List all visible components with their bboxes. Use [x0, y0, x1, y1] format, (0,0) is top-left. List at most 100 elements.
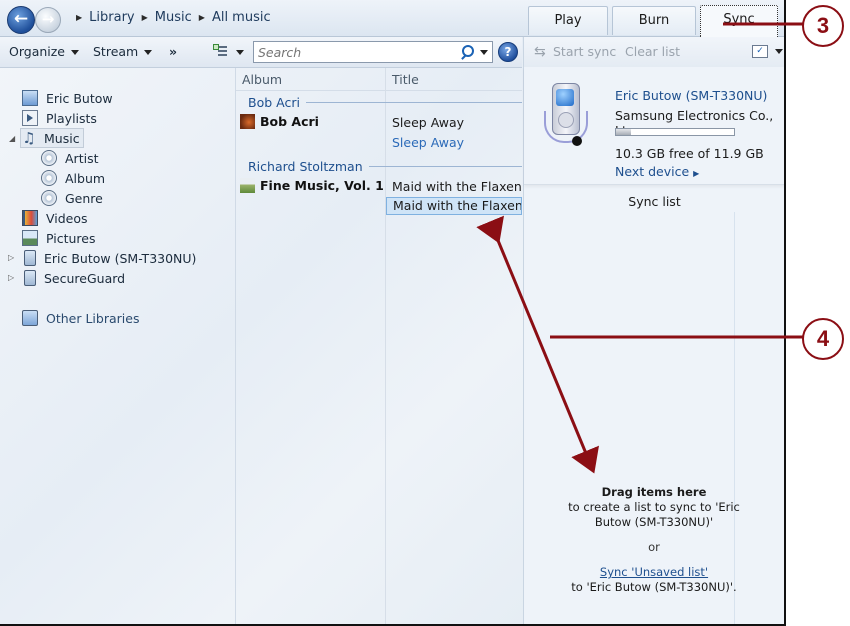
forward-button[interactable]: → — [35, 7, 61, 33]
breadcrumb-music[interactable]: Music — [155, 10, 192, 25]
storage-free-text: 10.3 GB free of 11.9 GB — [615, 146, 764, 161]
nav-item-eric-butow[interactable]: Eric Butow — [22, 89, 113, 107]
sync-unsaved-list-link[interactable]: Sync 'Unsaved list' — [600, 565, 708, 579]
organize-label: Organize — [9, 44, 65, 59]
breadcrumb-separator-icon[interactable]: ▶ — [199, 13, 205, 22]
nav-item-genre[interactable]: Genre — [41, 189, 103, 207]
sync-drop-zone[interactable]: Drag items here to create a list to sync… — [554, 485, 754, 595]
tab-sync[interactable]: Sync — [700, 5, 778, 37]
sync-link-suffix: to 'Eric Butow (SM-T330NU)'. — [571, 580, 737, 594]
nav-item-playlists[interactable]: Playlists — [22, 109, 97, 127]
group-artist: Bob Acri — [248, 95, 300, 110]
drop-instructions: to create a list to sync to 'Eric Butow … — [568, 500, 740, 529]
track-row[interactable]: Sleep Away — [386, 134, 522, 152]
drop-heading: Drag items here — [601, 485, 707, 499]
device-icon — [24, 270, 36, 286]
group-divider — [368, 166, 522, 167]
nav-label: Other Libraries — [46, 310, 140, 326]
nav-item-device-sm-t330nu[interactable]: Eric Butow (SM-T330NU) — [22, 249, 196, 267]
clear-list-button[interactable]: Clear list — [625, 44, 680, 59]
tab-burn[interactable]: Burn — [612, 6, 696, 35]
nav-label: Pictures — [46, 230, 96, 246]
nav-item-pictures[interactable]: Pictures — [22, 229, 96, 247]
album-fine-music-vol-1[interactable]: Fine Music, Vol. 1 — [240, 178, 384, 193]
chevron-down-icon — [236, 50, 244, 55]
nav-label: Genre — [65, 190, 103, 206]
start-sync-button[interactable]: Start sync — [553, 44, 616, 59]
group-divider — [305, 102, 522, 103]
group-header-bob-acri: Bob Acri — [248, 95, 522, 110]
expanded-arrow-icon[interactable]: ◢ — [9, 134, 15, 143]
breadcrumb-separator-icon[interactable]: ▶ — [76, 13, 82, 22]
device-name[interactable]: Eric Butow (SM-T330NU) — [615, 88, 767, 103]
user-library-icon — [22, 90, 38, 106]
playlist-icon — [22, 110, 38, 126]
breadcrumb-separator-icon[interactable]: ▶ — [142, 13, 148, 22]
collapsed-arrow-icon[interactable]: ▷ — [8, 273, 14, 282]
organize-menu[interactable]: Organize — [9, 44, 79, 59]
album-title: Bob Acri — [260, 114, 319, 129]
search-box — [253, 41, 493, 63]
breadcrumb: ▶ Library ▶ Music ▶ All music — [72, 10, 271, 25]
sync-options-icon[interactable]: ✓ — [752, 45, 768, 58]
track-row[interactable]: Sleep Away — [386, 114, 522, 132]
other-libraries-icon — [22, 310, 38, 326]
search-input[interactable] — [254, 43, 460, 61]
nav-item-artist[interactable]: Artist — [41, 149, 98, 167]
chevron-down-icon[interactable] — [775, 49, 783, 54]
sync-list-title: Sync list — [628, 194, 681, 209]
storage-usage-fill — [616, 129, 632, 135]
device-info: Eric Butow (SM-T330NU) Samsung Electroni… — [524, 67, 784, 185]
column-headers: Album Title — [236, 68, 522, 91]
column-header-album[interactable]: Album — [242, 72, 282, 87]
nav-item-album[interactable]: Album — [41, 169, 105, 187]
sync-pane: ⇆ Start sync Clear list ✓ Eric Butow (SM… — [523, 37, 784, 624]
nav-label: Artist — [65, 150, 99, 166]
search-icon[interactable] — [460, 45, 474, 59]
callout-4: 4 — [802, 318, 844, 360]
breadcrumb-all-music[interactable]: All music — [212, 10, 271, 25]
navigation-pane: Eric Butow Playlists ◢ ♫ Music Artist Al… — [0, 68, 236, 624]
nav-item-secureguard[interactable]: SecureGuard — [22, 269, 125, 287]
storage-usage-bar — [615, 128, 735, 136]
stream-menu[interactable]: Stream — [93, 44, 153, 59]
album-art-thumbnail — [240, 178, 255, 193]
next-device-link[interactable]: Next device ▶ — [615, 164, 699, 179]
album-title: Fine Music, Vol. 1 — [260, 178, 384, 193]
album-bob-acri[interactable]: Bob Acri — [240, 114, 319, 129]
back-button[interactable]: ← — [7, 6, 35, 34]
collapsed-arrow-icon[interactable]: ▷ — [8, 253, 14, 262]
nav-label: Videos — [46, 210, 88, 226]
more-options-button[interactable]: » — [169, 44, 177, 59]
breadcrumb-library[interactable]: Library — [89, 10, 134, 25]
library-content: Album Title Bob Acri Bob Acri Sleep Away… — [236, 68, 522, 624]
nav-label: Playlists — [46, 110, 97, 126]
video-icon — [22, 210, 38, 226]
help-button[interactable]: ? — [498, 42, 518, 62]
track-row[interactable]: Maid with the Flaxen Hai — [386, 178, 522, 196]
pictures-icon — [22, 230, 38, 246]
nav-item-other-libraries[interactable]: Other Libraries — [22, 309, 139, 327]
nav-label: SecureGuard — [44, 270, 126, 286]
portable-player-icon — [544, 81, 588, 155]
sync-arrows-icon: ⇆ — [534, 44, 546, 60]
album-art-thumbnail — [240, 114, 255, 129]
nav-item-music[interactable]: ♫ Music — [20, 128, 84, 148]
group-header-richard-stoltzman: Richard Stoltzman — [248, 159, 522, 174]
address-bar: ← → ▶ Library ▶ Music ▶ All music Play B… — [0, 0, 784, 37]
album-icon — [41, 170, 57, 186]
nav-item-videos[interactable]: Videos — [22, 209, 88, 227]
nav-label: Album — [65, 170, 106, 186]
toolbar: Organize Stream » ? — [0, 37, 522, 68]
view-options-icon[interactable] — [213, 44, 227, 58]
media-player-window: ← → ▶ Library ▶ Music ▶ All music Play B… — [0, 0, 786, 626]
artist-icon — [41, 150, 57, 166]
nav-label: Music — [44, 130, 80, 146]
track-row-selected[interactable]: Maid with the Flaxen Hai — [386, 197, 522, 215]
next-device-label: Next device — [615, 164, 690, 179]
search-dropdown-icon[interactable] — [480, 49, 488, 55]
tab-play[interactable]: Play — [528, 6, 608, 35]
view-options-dropdown[interactable] — [234, 44, 244, 59]
column-header-title[interactable]: Title — [392, 72, 419, 87]
drop-or: or — [648, 540, 660, 554]
